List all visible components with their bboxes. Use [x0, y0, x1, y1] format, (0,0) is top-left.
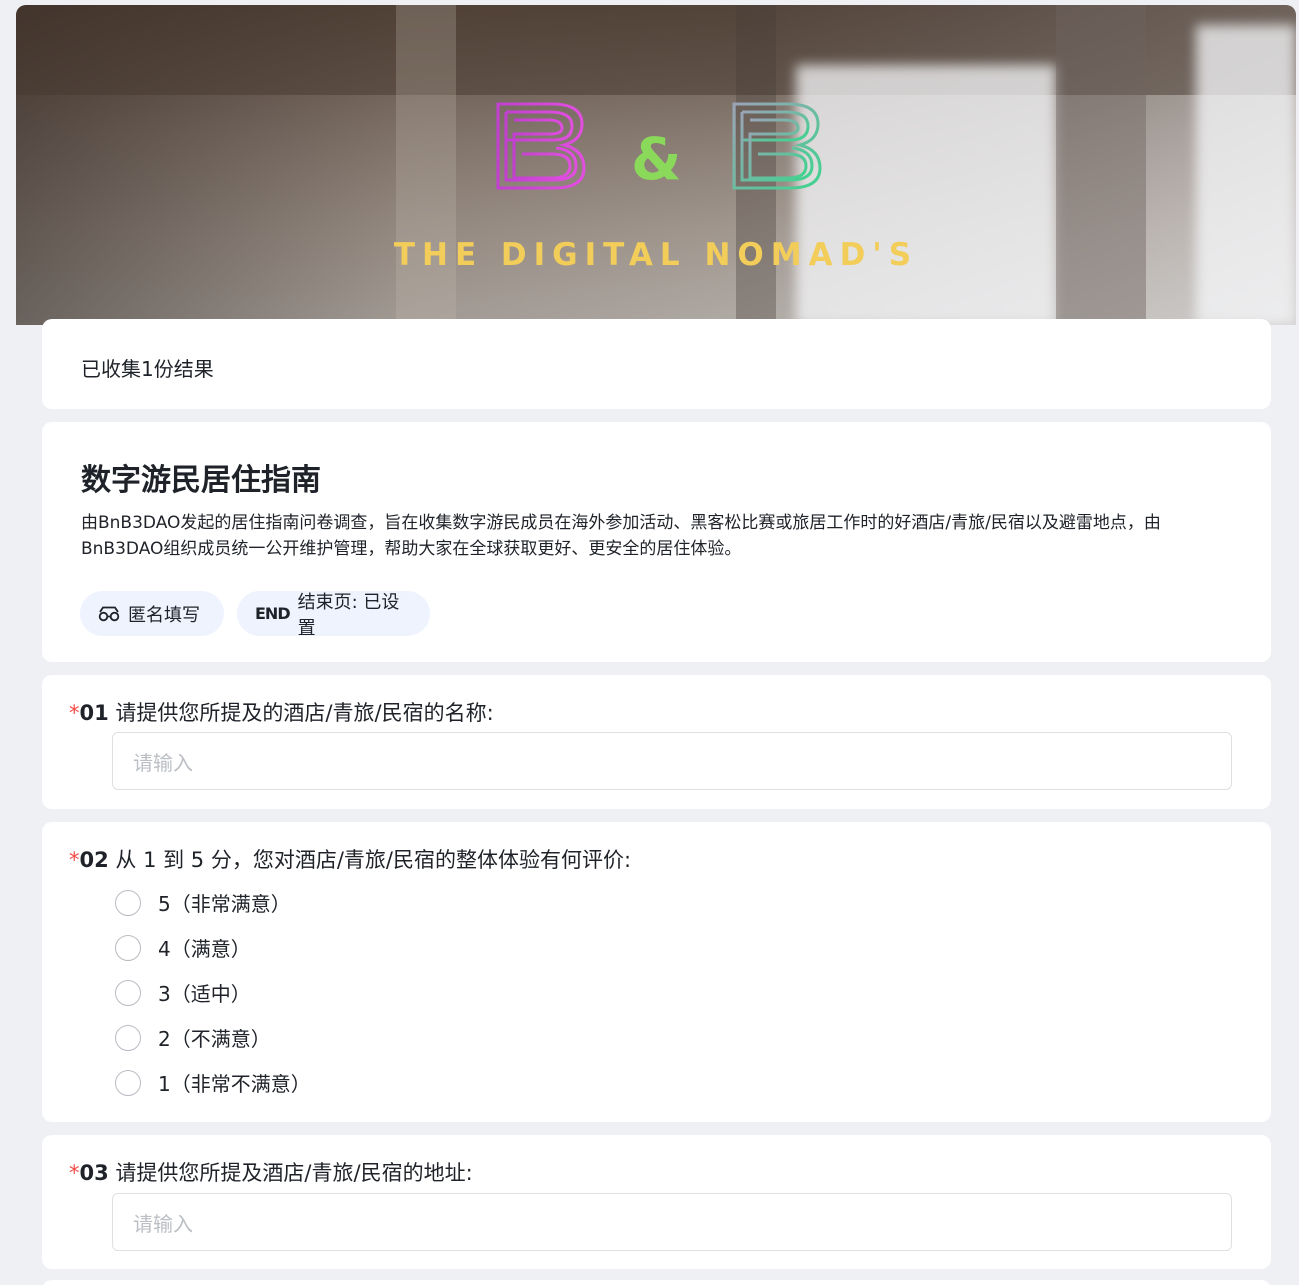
required-marker: * — [69, 1161, 80, 1185]
survey-info-card: 数字游民居住指南 由BnB3DAO发起的居住指南问卷调查，旨在收集数字游民成员在… — [42, 422, 1271, 662]
anonymous-glasses-icon — [98, 606, 120, 622]
results-summary-card: 已收集1份结果 — [42, 319, 1271, 409]
anonymous-tag-label: 匿名填写 — [128, 604, 200, 626]
rating-option-1[interactable]: 1（非常不满意） — [115, 1068, 311, 1097]
radio-icon[interactable] — [115, 1069, 141, 1096]
option-label: 3（适中） — [158, 982, 251, 1006]
question-card-1: *01 请提供您所提及的酒店/青旅/民宿的名称: 请输入 — [42, 675, 1271, 809]
survey-description: 由BnB3DAO发起的居住指南问卷调查，旨在收集数字游民成员在海外参加活动、黑客… — [81, 513, 1161, 559]
logo-ampersand: & — [631, 125, 682, 193]
question-number: 03 — [79, 1161, 109, 1185]
rating-option-5[interactable]: 5（非常满意） — [115, 888, 291, 917]
question-2-label: *02 从 1 到 5 分，您对酒店/青旅/民宿的整体体验有何评价: — [69, 844, 631, 874]
input-placeholder: 请输入 — [133, 750, 193, 775]
question-3-label: *03 请提供您所提及酒店/青旅/民宿的地址: — [69, 1157, 473, 1187]
question-text: 请提供您所提及酒店/青旅/民宿的地址: — [115, 1161, 473, 1185]
collected-count[interactable]: 已收集1份结果 — [81, 353, 214, 382]
question-text: 从 1 到 5 分，您对酒店/青旅/民宿的整体体验有何评价: — [115, 848, 632, 872]
option-label: 5（非常满意） — [158, 892, 291, 916]
option-label: 4（满意） — [158, 937, 251, 961]
option-label: 2（不满意） — [158, 1027, 271, 1051]
end-page-tag-label: 结束页: 已设置 — [297, 591, 400, 639]
radio-icon[interactable] — [115, 979, 141, 1006]
next-question-card-edge — [42, 1280, 1271, 1285]
logo-letter-right — [730, 100, 822, 192]
survey-title: 数字游民居住指南 — [81, 463, 321, 498]
end-page-tag[interactable]: END 结束页: 已设置 — [237, 591, 430, 639]
question-card-2: *02 从 1 到 5 分，您对酒店/青旅/民宿的整体体验有何评价: 5（非常满… — [42, 822, 1271, 1122]
input-placeholder: 请输入 — [133, 1211, 193, 1236]
radio-icon[interactable] — [115, 1024, 141, 1051]
banner-tagline: THE DIGITAL NOMAD'S — [393, 237, 919, 273]
required-marker: * — [69, 701, 80, 725]
required-marker: * — [69, 848, 80, 872]
hotel-name-input[interactable]: 请输入 — [112, 732, 1232, 790]
question-text: 请提供您所提及的酒店/青旅/民宿的名称: — [115, 701, 494, 725]
radio-icon[interactable] — [115, 889, 141, 916]
question-number: 02 — [79, 848, 109, 872]
radio-icon[interactable] — [115, 934, 141, 961]
logo-letter-left — [494, 100, 586, 192]
rating-option-4[interactable]: 4（满意） — [115, 933, 251, 962]
option-label: 1（非常不满意） — [158, 1072, 311, 1096]
anonymous-tag[interactable]: 匿名填写 — [80, 591, 224, 636]
survey-banner: & THE DIGITAL NOMAD'S — [16, 5, 1296, 325]
rating-option-3[interactable]: 3（适中） — [115, 978, 251, 1007]
question-1-label: *01 请提供您所提及的酒店/青旅/民宿的名称: — [69, 697, 494, 727]
end-icon: END — [255, 604, 291, 623]
hotel-address-input[interactable]: 请输入 — [112, 1193, 1232, 1251]
question-card-3: *03 请提供您所提及酒店/青旅/民宿的地址: 请输入 — [42, 1135, 1271, 1269]
question-number: 01 — [79, 701, 109, 725]
rating-option-2[interactable]: 2（不满意） — [115, 1023, 271, 1052]
